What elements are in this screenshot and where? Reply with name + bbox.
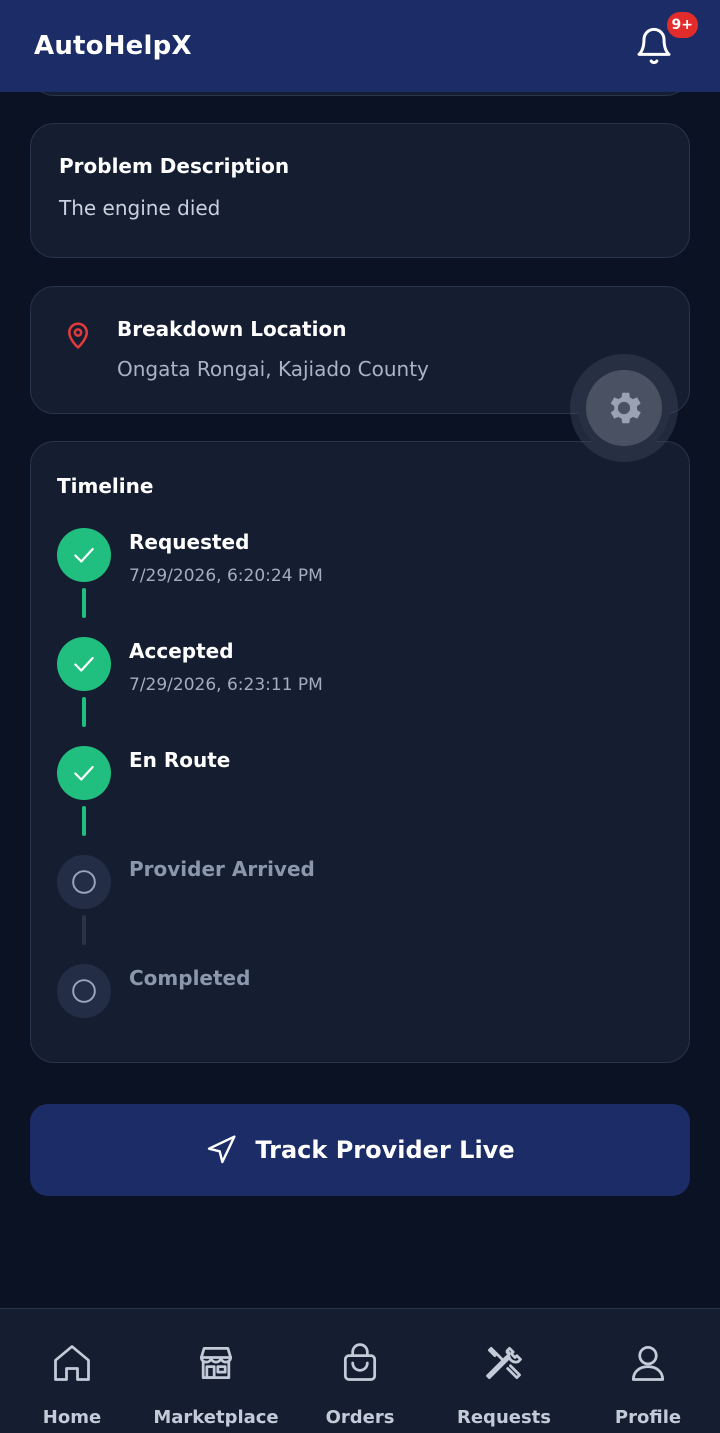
check-icon (74, 765, 94, 781)
step-status-dot (57, 855, 111, 909)
empty-circle-icon (72, 979, 96, 1003)
notification-badge: 9+ (664, 10, 700, 40)
problem-title: Problem Description (59, 154, 290, 178)
track-provider-label: Track Provider Live (255, 1136, 515, 1164)
timeline-step-completed: Completed (57, 964, 663, 1073)
nav-label: Profile (614, 1407, 682, 1428)
timeline-connector (82, 806, 86, 836)
timeline-step-accepted: Accepted 7/29/2026, 6:23:11 PM (57, 637, 663, 746)
check-icon (74, 547, 94, 563)
app-title: AutoHelpX (34, 31, 192, 61)
step-status-dot (57, 528, 111, 582)
settings-fab[interactable] (578, 362, 670, 454)
timeline-title: Timeline (57, 474, 154, 498)
nav-label: Home (42, 1407, 102, 1428)
nav-item-requests[interactable]: Requests (432, 1341, 576, 1428)
bottom-nav: Home Marketplace Orders Requests Profile (0, 1308, 720, 1433)
timeline-step-requested: Requested 7/29/2026, 6:20:24 PM (57, 528, 663, 637)
check-icon (74, 656, 94, 672)
nav-label: Orders (325, 1407, 395, 1428)
timeline-connector (82, 915, 86, 945)
timeline-connector (82, 588, 86, 618)
empty-circle-icon (72, 870, 96, 894)
step-label: Accepted (129, 639, 234, 663)
location-title: Breakdown Location (117, 317, 347, 341)
nav-label: Requests (456, 1407, 551, 1428)
navigation-arrow-icon (208, 1135, 236, 1164)
step-time: 7/29/2026, 6:20:24 PM (129, 566, 323, 586)
step-time: 7/29/2026, 6:23:11 PM (129, 675, 323, 695)
problem-text: The engine died (59, 196, 221, 220)
nav-item-marketplace[interactable]: Marketplace (144, 1341, 288, 1428)
step-status-dot (57, 746, 111, 800)
timeline-card: Timeline Requested 7/29/2026, 6:20:24 PM… (30, 441, 690, 1063)
timeline-connector (82, 697, 86, 727)
tools-icon (486, 1346, 522, 1380)
timeline-step-en-route: En Route (57, 746, 663, 855)
store-icon (199, 1346, 233, 1380)
location-text: Ongata Rongai, Kajiado County (117, 357, 429, 381)
step-label: Requested (129, 530, 250, 554)
gear-icon (610, 392, 641, 424)
nav-item-orders[interactable]: Orders (288, 1341, 432, 1428)
timeline-step-provider-arrived: Provider Arrived (57, 855, 663, 964)
timeline-list: Requested 7/29/2026, 6:20:24 PM Accepted… (57, 528, 663, 1073)
user-icon (631, 1346, 665, 1381)
track-provider-button[interactable]: Track Provider Live (30, 1104, 690, 1196)
step-status-dot (57, 964, 111, 1018)
notifications-button[interactable]: 9+ (634, 10, 700, 68)
problem-card: Problem Description The engine died (30, 123, 690, 258)
step-label: Completed (129, 966, 251, 990)
nav-label: Marketplace (153, 1407, 279, 1428)
step-label: Provider Arrived (129, 857, 315, 881)
home-icon (54, 1345, 90, 1381)
bag-icon (343, 1343, 377, 1381)
location-pin-icon (68, 322, 88, 349)
nav-item-profile[interactable]: Profile (576, 1341, 720, 1428)
step-label: En Route (129, 748, 231, 772)
app-header: AutoHelpX 9+ (0, 0, 720, 92)
step-status-dot (57, 637, 111, 691)
nav-item-home[interactable]: Home (0, 1341, 144, 1428)
